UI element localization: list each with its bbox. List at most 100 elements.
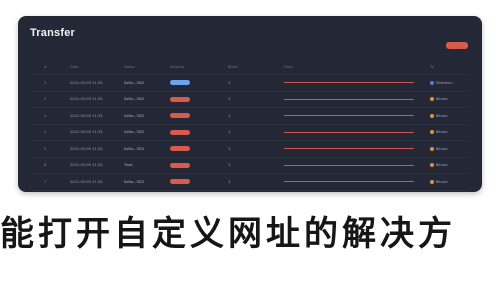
address-line (284, 98, 414, 100)
status-pill[interactable] (170, 162, 190, 168)
address-line (284, 115, 414, 117)
header-date: Date (70, 65, 79, 69)
header-block: Block (228, 65, 238, 69)
row-name: 0x8a...3f22 (124, 80, 145, 85)
coin-name: Bitcoin (436, 146, 448, 151)
coin-name: Bitcoin (436, 97, 448, 102)
row-amount (170, 92, 198, 108)
table-row[interactable]: 3 2021-05-09 11:33 0x8a...3f22 1 Bitcoin (32, 107, 468, 124)
row-block: 1 (228, 191, 242, 193)
row-name: 0x8a...3f22 (124, 146, 145, 151)
address-line (284, 181, 414, 183)
table-row[interactable]: 4 2021-05-09 11:33 0x8a...3f22 1 Bitcoin (32, 123, 470, 141)
row-amount (170, 158, 198, 174)
status-pill[interactable] (170, 80, 190, 86)
table-row[interactable]: 8 2021-05-09 11:33 0x8a...3f22 1 Ethereum (32, 189, 470, 193)
action-button[interactable] (446, 42, 468, 49)
table-body: 1 2021-05-09 11:33 0x8a...3f22 1 Ethereum 2 20… (32, 74, 468, 192)
row-num: 5 (44, 146, 47, 151)
row-to: Bitcoin (430, 174, 470, 190)
header-num: # (44, 65, 48, 69)
table-row[interactable]: 1 2021-05-09 11:33 0x8a...3f22 1 Ethereum (32, 74, 468, 91)
row-from (284, 75, 440, 91)
row-from (284, 92, 440, 108)
status-pill[interactable] (170, 179, 190, 185)
row-date: 2021-05-09 11:33 (70, 191, 112, 193)
row-name: 0x8a...3f22 (124, 179, 145, 184)
table-row[interactable]: 6 2021-05-09 11:33 Trust 1 Bitcoin (32, 156, 470, 174)
address-line (284, 148, 414, 150)
header-to: To (430, 65, 434, 69)
row-block: 1 (228, 113, 231, 118)
row-name: 0x8a...3f22 (124, 130, 145, 135)
coin-icon (430, 113, 434, 118)
row-block: 1 (228, 179, 231, 184)
coin-name: Ethereum (436, 80, 453, 85)
row-date: 2021-05-09 11:33 (70, 80, 103, 85)
row-date: 2021-05-09 11:33 (70, 130, 103, 135)
row-num: 7 (44, 179, 47, 184)
row-num: 4 (44, 130, 47, 135)
row-block: 1 (228, 97, 231, 102)
row-name: 0x8a...3f22 (124, 97, 145, 102)
coin-icon (430, 80, 434, 85)
panel-title: Transfer (30, 27, 76, 39)
row-block: 1 (228, 163, 231, 168)
table-row[interactable]: 7 2021-05-09 11:33 0x8a...3f22 1 Bitcoin (32, 173, 468, 190)
row-name: 0x8a...3f22 (124, 113, 145, 118)
row-to: Bitcoin (430, 108, 470, 124)
coin-icon (430, 179, 434, 184)
coin-icon (430, 97, 434, 102)
row-amount (170, 174, 198, 190)
address-line (284, 82, 414, 84)
address-line (284, 164, 414, 166)
status-pill[interactable] (170, 146, 190, 152)
row-from (284, 174, 440, 190)
row-to: Ethereum (430, 75, 470, 91)
row-block: 1 (228, 80, 231, 85)
table-header: # Date Name Amount Block From To (32, 60, 468, 74)
row-block: 1 (228, 146, 231, 151)
address-line (284, 131, 414, 133)
status-pill[interactable] (170, 113, 190, 119)
row-amount (170, 125, 198, 141)
row-from (284, 141, 440, 157)
row-num: 1 (44, 80, 47, 85)
row-name: 0x8a...3f22 (124, 191, 164, 193)
row-num: 2 (44, 97, 47, 102)
coin-icon (430, 146, 434, 151)
status-pill[interactable] (170, 96, 190, 102)
row-date: 2021-05-09 11:33 (70, 113, 103, 118)
status-pill[interactable] (170, 129, 190, 135)
row-date: 2021-05-09 11:33 (70, 163, 103, 168)
row-amount (170, 141, 198, 157)
coin-name: Bitcoin (436, 179, 448, 184)
coin-name: Bitcoin (436, 163, 448, 168)
table-row[interactable]: 2 2021-05-09 11:33 0x8a...3f22 1 Bitcoin (32, 90, 470, 108)
row-date: 2021-05-09 11:33 (70, 179, 103, 184)
row-to: Ethereum (430, 191, 470, 193)
row-from (284, 125, 440, 141)
row-amount (170, 75, 198, 91)
row-from (284, 158, 440, 174)
transfer-panel: Transfer # Date Name Amount Block From T… (18, 16, 482, 192)
row-num: 8 (44, 191, 58, 193)
coin-icon (430, 130, 434, 135)
row-to: Bitcoin (430, 125, 470, 141)
row-num: 6 (44, 163, 47, 168)
header-name: Name (124, 65, 135, 69)
row-num: 3 (44, 113, 47, 118)
table-row[interactable]: 5 2021-05-09 11:33 0x8a...3f22 1 Bitcoin (32, 140, 468, 157)
row-to: Bitcoin (430, 141, 470, 157)
coin-icon (430, 163, 434, 168)
transactions-table: # Date Name Amount Block From To 1 2021-0… (32, 60, 468, 192)
coin-name: Bitcoin (436, 113, 448, 118)
row-to: Bitcoin (430, 158, 470, 174)
row-amount (170, 108, 198, 124)
row-date: 2021-05-09 11:33 (70, 146, 103, 151)
row-to: Bitcoin (430, 92, 470, 108)
row-date: 2021-05-09 11:33 (70, 97, 103, 102)
coin-name: Bitcoin (436, 130, 448, 135)
row-from (284, 191, 440, 193)
header-amount: Amount (170, 65, 185, 69)
